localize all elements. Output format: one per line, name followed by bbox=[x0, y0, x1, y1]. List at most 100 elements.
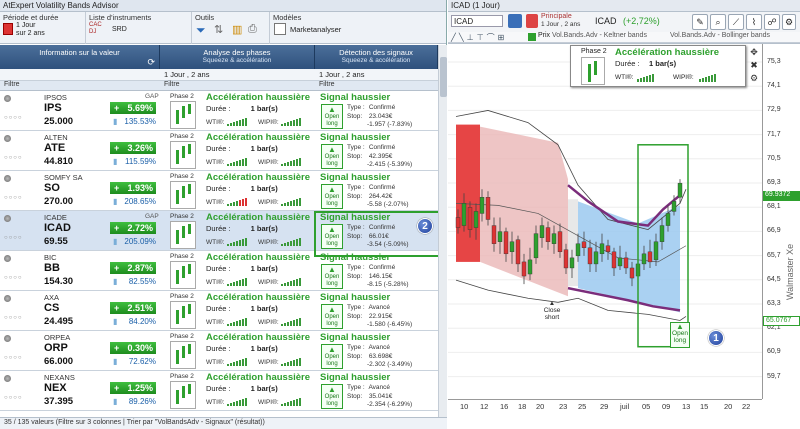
status-dot-icon[interactable] bbox=[4, 375, 11, 382]
layout-label[interactable]: Principale bbox=[541, 13, 572, 20]
options-icon[interactable]: ⚙ bbox=[748, 72, 760, 85]
open-long-button[interactable]: Openlong bbox=[321, 144, 343, 169]
open-long-button[interactable]: Openlong bbox=[321, 344, 343, 369]
sort-icon[interactable]: ⇅ bbox=[214, 23, 223, 36]
stock-symbol[interactable]: SO bbox=[44, 182, 60, 194]
zoom-tool-icon[interactable]: ⌕ bbox=[710, 14, 726, 30]
draw-tool-icon[interactable]: ✎ bbox=[692, 14, 708, 30]
status-dot-icon[interactable] bbox=[4, 135, 11, 142]
candle-body bbox=[671, 201, 677, 212]
duration-value: 1 bar(s) bbox=[250, 104, 278, 113]
magnet-tool-icon[interactable]: ☍ bbox=[764, 14, 780, 30]
open-long-button[interactable]: Openlong bbox=[321, 384, 343, 409]
status-dot-icon[interactable] bbox=[4, 215, 11, 222]
open-long-button[interactable]: Openlong bbox=[321, 304, 343, 329]
layout-sub[interactable]: 1 Jour , 2 ans bbox=[541, 21, 580, 28]
col-header-signals-title: Détection des signaux bbox=[339, 48, 413, 57]
stock-symbol[interactable]: BB bbox=[44, 262, 60, 274]
status-dot-icon[interactable] bbox=[4, 295, 11, 302]
stock-symbol[interactable]: ICAD bbox=[44, 222, 71, 234]
row-action-icons[interactable]: ○○○○ bbox=[4, 115, 23, 121]
row-action-icons[interactable]: ○○○○ bbox=[4, 155, 23, 161]
table-row[interactable]: ○○○○ AXACS 24.495 2.51% 84.20% Phase 2 Accélér… bbox=[0, 291, 438, 331]
settings-tool-icon[interactable]: ⚙ bbox=[782, 14, 796, 30]
table-row[interactable]: ○○○○ BICBB 154.30 2.87% 82.55% Phase 2 Accélér… bbox=[0, 251, 438, 291]
period-sub[interactable]: sur 2 ans bbox=[16, 30, 45, 37]
stock-symbol[interactable]: NEX bbox=[44, 382, 67, 394]
type-label: Type : bbox=[347, 184, 365, 191]
phase-mini-chart bbox=[170, 381, 196, 409]
move-icon[interactable]: ✥ bbox=[748, 46, 760, 59]
calendar-icon bbox=[3, 23, 13, 35]
wipi-label: WIPI®: bbox=[258, 399, 279, 406]
row-action-icons[interactable]: ○○○○ bbox=[4, 195, 23, 201]
instrument-item[interactable]: DJ bbox=[89, 29, 109, 36]
table-row[interactable]: ○○○○ ALTENATE 44.810 3.26% 115.59% Phase 2 Acc… bbox=[0, 131, 438, 171]
signals-period-select[interactable]: 1 Jour , 2 ans bbox=[315, 69, 438, 81]
table-row[interactable]: ○○○○ ORPEAORP 66.000 0.30% 72.62% Phase 2 Accé… bbox=[0, 331, 438, 371]
stock-symbol[interactable]: ATE bbox=[44, 142, 65, 154]
book-icon[interactable] bbox=[508, 14, 522, 28]
advisor-scrollbar[interactable] bbox=[438, 45, 447, 417]
status-dot-icon[interactable] bbox=[4, 255, 11, 262]
indicator-tool-icon[interactable]: ⌇ bbox=[746, 14, 762, 30]
models-value[interactable]: Marketanalyser bbox=[290, 25, 341, 34]
col-header-signals[interactable]: Détection des signaux Squeeze & accéléra… bbox=[315, 45, 438, 69]
row-action-icons[interactable]: ○○○○ bbox=[4, 355, 23, 361]
candle-body bbox=[551, 233, 557, 244]
chart-title: ICAD (1 Jour) bbox=[448, 0, 800, 12]
popup-controls: ✥ ✖ ⚙ bbox=[748, 46, 760, 88]
phases-period-select[interactable]: 1 Jour , 2 ans bbox=[160, 69, 315, 81]
volatility-pct: 89.26% bbox=[110, 397, 156, 406]
open-long-button[interactable]: Openlong bbox=[321, 264, 343, 289]
col-refresh-icon[interactable]: ⟳ bbox=[147, 57, 155, 68]
symbol-input[interactable]: ICAD bbox=[451, 15, 503, 27]
columns-icon[interactable]: ▥ bbox=[232, 23, 242, 36]
signal-type: Avancé bbox=[368, 304, 391, 311]
scrollbar-thumb[interactable] bbox=[440, 57, 447, 97]
instruments-list[interactable]: CAC DJ bbox=[89, 22, 109, 42]
signal-btn-top: Open bbox=[324, 394, 340, 400]
signal-btn-top: Open bbox=[324, 194, 340, 200]
status-dot-icon[interactable] bbox=[4, 335, 11, 342]
type-label: Type : bbox=[347, 264, 365, 271]
stock-symbol[interactable]: CS bbox=[44, 302, 59, 314]
info-period-select[interactable] bbox=[0, 69, 160, 81]
col-header-phases[interactable]: Analyse des phases Squeeze & accélératio… bbox=[160, 45, 315, 69]
period-group: Période et durée 1 Jour sur 2 ans bbox=[0, 12, 86, 44]
candle-body bbox=[599, 243, 605, 255]
status-dot-icon[interactable] bbox=[4, 95, 11, 102]
period-value[interactable]: 1 Jour bbox=[16, 22, 35, 29]
open-long-button[interactable]: Openlong bbox=[321, 104, 343, 129]
info-filter[interactable]: Filtre bbox=[0, 81, 160, 91]
stock-symbol[interactable]: ORP bbox=[44, 342, 68, 354]
phases-filter[interactable]: Filtre bbox=[160, 81, 315, 91]
close-icon[interactable]: ✖ bbox=[748, 59, 760, 72]
table-row[interactable]: ○○○○ NEXANSNEX 37.395 1.25% 89.26% Phase 2 Acc… bbox=[0, 371, 438, 411]
export-icon[interactable]: ⎙ bbox=[248, 23, 257, 36]
stock-symbol[interactable]: IPS bbox=[44, 102, 62, 114]
volatility-pct: 115.59% bbox=[110, 157, 156, 166]
stock-price: 25.000 bbox=[44, 116, 74, 127]
open-long-button[interactable]: Openlong bbox=[321, 184, 343, 209]
row-action-icons[interactable]: ○○○○ bbox=[4, 315, 23, 321]
status-dot-icon[interactable] bbox=[4, 175, 11, 182]
col-header-info[interactable]: Information sur la valeur ⟳ bbox=[0, 45, 160, 69]
change-badge: 0.30% bbox=[110, 342, 156, 354]
wti-label: WTI®: bbox=[206, 119, 225, 126]
signal-title: Signal haussier bbox=[320, 132, 391, 143]
table-row[interactable]: ○○○○ IPSOS GAP IPS 25.000 5.69% 135.53% Phase 2… bbox=[0, 91, 438, 131]
models-group: Modèles Marketanalyser bbox=[270, 12, 447, 44]
y-tick-label: 66,9 bbox=[767, 227, 781, 235]
row-action-icons[interactable]: ○○○○ bbox=[4, 275, 23, 281]
instrument-item-srd[interactable]: SRD bbox=[112, 26, 127, 33]
table-row[interactable]: ○○○○ SOMFY SASO 270.00 1.93% 208.65% Phase 2 A… bbox=[0, 171, 438, 211]
signals-filter[interactable]: Filtre bbox=[315, 81, 438, 91]
x-tick-label: 20 bbox=[724, 402, 733, 411]
row-action-icons[interactable]: ○○○○ bbox=[4, 235, 23, 241]
chart-tool-icon[interactable]: ⟋ bbox=[728, 14, 744, 30]
line-tools-icon[interactable]: ╱╲⊥⊤⌒⊞ bbox=[451, 32, 507, 43]
duration-label: Durée : bbox=[206, 224, 231, 233]
row-action-icons[interactable]: ○○○○ bbox=[4, 395, 23, 401]
filter-icon[interactable]: ⏷ bbox=[196, 23, 206, 38]
